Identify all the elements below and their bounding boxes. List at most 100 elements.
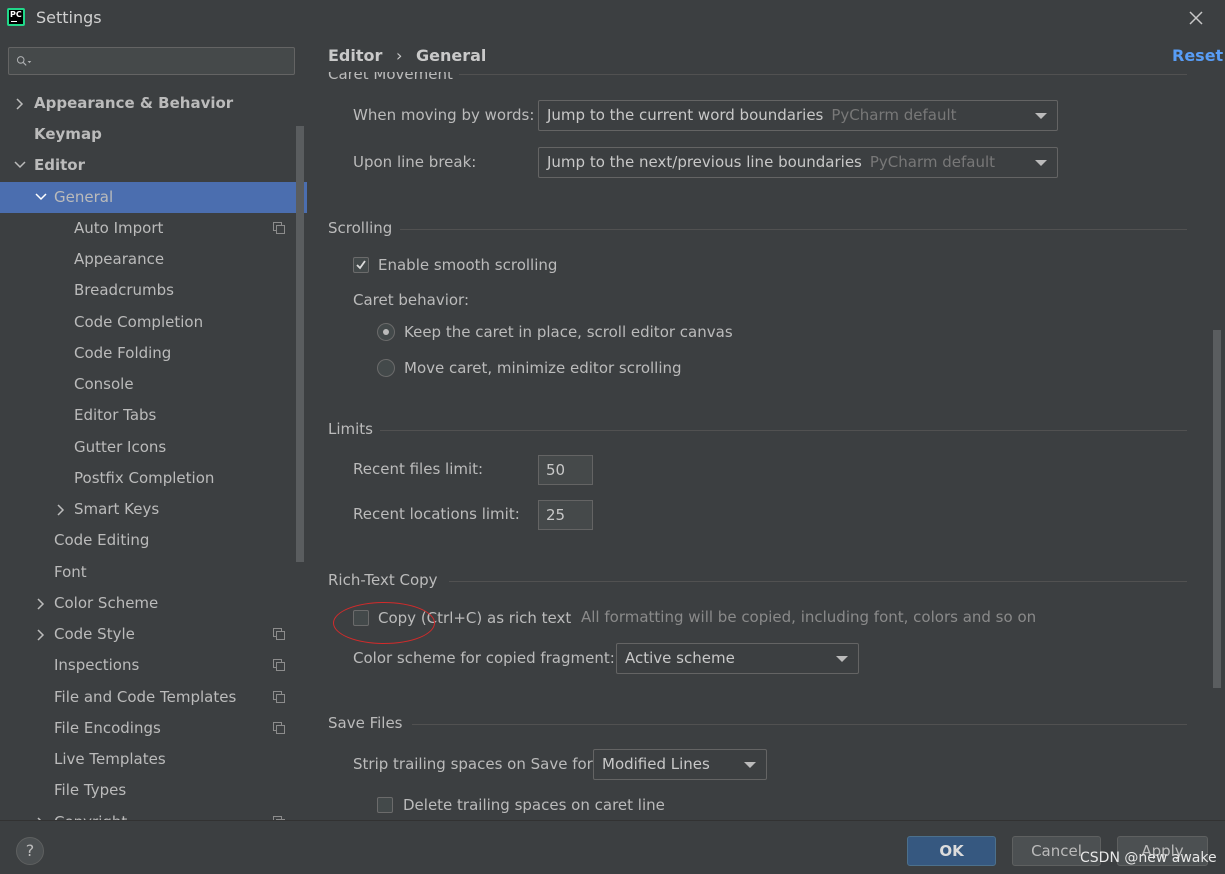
- sidebar-item-label: Live Templates: [54, 750, 166, 768]
- chevron-right-icon: [37, 619, 47, 650]
- sidebar-item-appearance-behavior[interactable]: Appearance & Behavior: [0, 88, 295, 119]
- search-input[interactable]: [8, 47, 295, 75]
- sidebar-item-color-scheme[interactable]: Color Scheme: [0, 588, 295, 619]
- smooth-scrolling-checkbox[interactable]: [353, 257, 369, 273]
- sidebar-item-editor-tabs[interactable]: Editor Tabs: [0, 400, 295, 431]
- sidebar-item-postfix-completion[interactable]: Postfix Completion: [0, 463, 295, 494]
- breadcrumb-current: General: [415, 46, 487, 65]
- strip-trailing-combo[interactable]: Modified Lines: [593, 749, 767, 780]
- content-scrollbar[interactable]: [1213, 330, 1221, 688]
- chevron-right-icon: [57, 494, 67, 525]
- caret-behavior-label: Caret behavior:: [353, 291, 470, 309]
- project-settings-icon: [273, 659, 285, 671]
- line-break-combo[interactable]: Jump to the next/previous line boundarie…: [538, 147, 1058, 178]
- red-annotation-circle: [333, 602, 435, 644]
- section-divider: [459, 74, 1187, 75]
- sidebar-item-file-encodings[interactable]: File Encodings: [0, 713, 295, 744]
- sidebar-item-gutter-icons[interactable]: Gutter Icons: [0, 432, 295, 463]
- sidebar-item-editor[interactable]: Editor: [0, 150, 295, 181]
- sidebar-item-label: Inspections: [54, 656, 140, 674]
- sidebar-item-console[interactable]: Console: [0, 369, 295, 400]
- sidebar-item-smart-keys[interactable]: Smart Keys: [0, 494, 295, 525]
- recent-locations-label: Recent locations limit:: [353, 505, 520, 523]
- section-title-rich-text-copy: Rich-Text Copy: [328, 571, 438, 589]
- sidebar-item-label: Color Scheme: [54, 594, 159, 612]
- section-divider: [449, 581, 1187, 582]
- sidebar-item-label: Gutter Icons: [74, 438, 167, 456]
- sidebar-item-label: Copyright: [54, 807, 127, 820]
- dropdown-arrow-icon: [744, 762, 756, 768]
- section-divider: [412, 724, 1187, 725]
- input-value: 25: [546, 506, 566, 524]
- radio-keep-caret-label[interactable]: Keep the caret in place, scroll editor c…: [404, 323, 733, 341]
- section-title-limits: Limits: [328, 420, 373, 438]
- chevron-right-icon: [16, 88, 26, 119]
- combo-value: Jump to the current word boundaries: [547, 106, 824, 124]
- sidebar-item-file-types[interactable]: File Types: [0, 775, 295, 806]
- sidebar-item-auto-import[interactable]: Auto Import: [0, 213, 295, 244]
- combo-hint: PyCharm default: [869, 153, 996, 171]
- section-title-caret-movement: Caret Movement: [328, 72, 453, 82]
- sidebar-item-label: Code Completion: [74, 313, 204, 331]
- combo-hint: PyCharm default: [831, 106, 957, 124]
- sidebar-item-label: Auto Import: [74, 219, 164, 237]
- sidebar-item-breadcrumbs[interactable]: Breadcrumbs: [0, 275, 295, 306]
- project-settings-icon: [273, 722, 285, 734]
- sidebar-item-code-folding[interactable]: Code Folding: [0, 338, 295, 369]
- reset-link[interactable]: Reset: [1172, 46, 1223, 65]
- sidebar-item-inspections[interactable]: Inspections: [0, 650, 295, 681]
- radio-move-caret[interactable]: [377, 359, 395, 377]
- radio-selected-dot: [383, 329, 389, 335]
- sidebar-item-label: Code Editing: [54, 531, 150, 549]
- ok-button[interactable]: OK: [907, 836, 996, 866]
- sidebar-scrollbar[interactable]: [296, 126, 304, 562]
- settings-sidebar: Appearance & Behavior Keymap Editor Gene…: [0, 36, 307, 820]
- combo-value: Modified Lines: [602, 755, 710, 773]
- delete-trailing-label[interactable]: Delete trailing spaces on caret line: [403, 796, 665, 814]
- recent-files-input[interactable]: 50: [538, 455, 593, 485]
- radio-keep-caret[interactable]: [377, 323, 395, 341]
- sidebar-item-label: Console: [74, 375, 134, 393]
- recent-files-label: Recent files limit:: [353, 460, 484, 478]
- dropdown-arrow-icon: [1035, 160, 1047, 166]
- sidebar-item-font[interactable]: Font: [0, 557, 295, 588]
- sidebar-item-label: Smart Keys: [74, 500, 160, 518]
- breadcrumb: Editor › General: [328, 46, 486, 65]
- sidebar-item-keymap[interactable]: Keymap: [0, 119, 295, 150]
- sidebar-item-label: Code Folding: [74, 344, 172, 362]
- project-settings-icon: [273, 691, 285, 703]
- smooth-scrolling-label[interactable]: Enable smooth scrolling: [378, 256, 557, 274]
- help-button[interactable]: ?: [16, 837, 44, 865]
- moving-by-words-combo[interactable]: Jump to the current word boundaries PyCha…: [538, 100, 1058, 131]
- dropdown-arrow-icon: [836, 656, 848, 662]
- chevron-right-icon: [37, 588, 47, 619]
- section-title-save-files: Save Files: [328, 714, 403, 732]
- caret-movement-header-clip: Caret Movement: [307, 72, 1207, 82]
- close-icon[interactable]: [1186, 8, 1206, 28]
- strip-trailing-label: Strip trailing spaces on Save for:: [353, 755, 598, 773]
- settings-content: Editor › General Reset Caret Movement Wh…: [307, 36, 1225, 820]
- dropdown-arrow-icon: [1035, 113, 1047, 119]
- delete-trailing-checkbox[interactable]: [377, 797, 393, 813]
- sidebar-item-code-completion[interactable]: Code Completion: [0, 307, 295, 338]
- sidebar-item-label: Editor: [34, 156, 85, 174]
- recent-locations-input[interactable]: 25: [538, 500, 593, 530]
- input-value: 50: [546, 461, 566, 479]
- color-scheme-copied-label: Color scheme for copied fragment:: [353, 649, 615, 667]
- sidebar-item-label: General: [54, 188, 114, 206]
- color-scheme-copied-combo[interactable]: Active scheme: [616, 643, 859, 674]
- sidebar-item-appearance[interactable]: Appearance: [0, 244, 295, 275]
- chevron-down-icon: [35, 182, 47, 213]
- checkmark-icon: [356, 260, 366, 270]
- sidebar-item-general[interactable]: General: [0, 182, 307, 213]
- sidebar-item-file-code-templates[interactable]: File and Code Templates: [0, 682, 295, 713]
- breadcrumb-parent[interactable]: Editor: [328, 46, 382, 65]
- combo-value: Jump to the next/previous line boundarie…: [547, 153, 862, 171]
- sidebar-item-copyright[interactable]: Copyright: [0, 807, 295, 820]
- sidebar-item-code-style[interactable]: Code Style: [0, 619, 295, 650]
- sidebar-item-live-templates[interactable]: Live Templates: [0, 744, 295, 775]
- window-title: Settings: [36, 8, 102, 27]
- radio-move-caret-label[interactable]: Move caret, minimize editor scrolling: [404, 359, 682, 377]
- section-title-scrolling: Scrolling: [328, 219, 393, 237]
- sidebar-item-code-editing[interactable]: Code Editing: [0, 525, 295, 556]
